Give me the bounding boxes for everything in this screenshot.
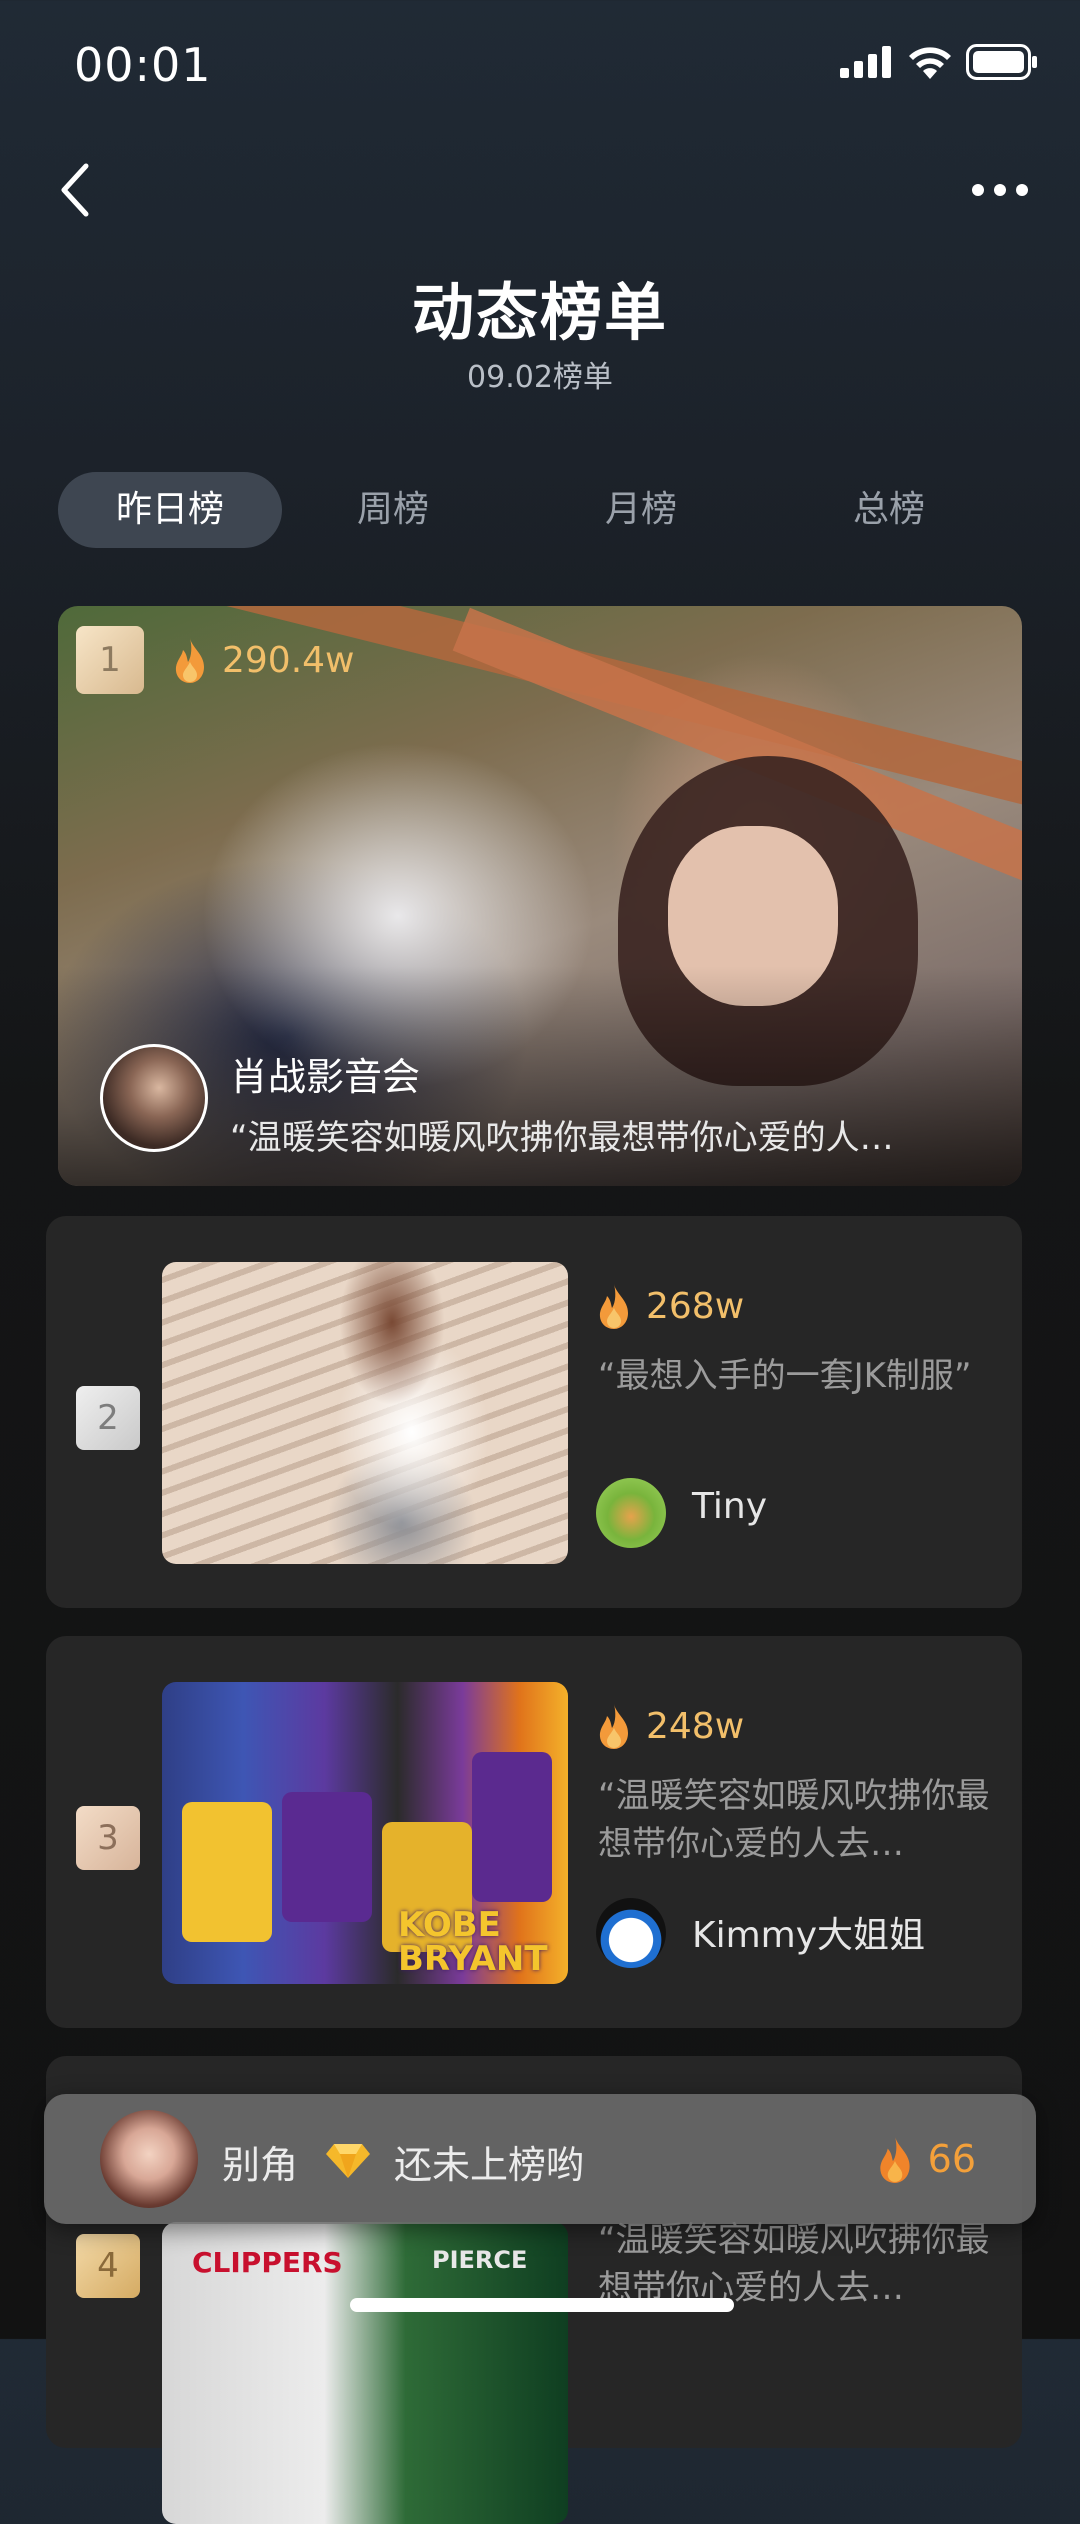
thumbnail-text: KOBE BRYANT xyxy=(398,1905,548,1979)
status-time: 00:01 xyxy=(74,38,212,92)
post-thumbnail[interactable]: KOBE BRYANT xyxy=(162,1682,568,1984)
tab-month[interactable]: 月榜 xyxy=(566,472,716,548)
tab-week[interactable]: 周榜 xyxy=(318,472,468,548)
flame-icon xyxy=(879,2136,910,2183)
heat-value: 66 xyxy=(927,2137,976,2181)
thumbnail-decor xyxy=(182,1802,272,1942)
rank-badge: 1 xyxy=(76,626,144,694)
thumbnail-text: PIERCE xyxy=(432,2246,528,2274)
wifi-icon xyxy=(909,47,951,79)
author-avatar[interactable] xyxy=(100,1044,208,1152)
my-heat-count: 66 xyxy=(874,2134,976,2184)
back-button[interactable] xyxy=(52,160,108,220)
author-name[interactable]: Kimmy大姐姐 xyxy=(692,1906,925,1958)
featured-card[interactable]: 1 290.4w 肖战影音会 “温暖笑容如暖风吹拂你最想带你心爱的人… xyxy=(58,606,1022,1186)
my-rank-bar[interactable]: 别角 还未上榜哟 66 xyxy=(44,2094,1036,2224)
tab-bar: 昨日榜 周榜 月榜 总榜 xyxy=(58,472,1038,548)
heat-count: 268w xyxy=(594,1282,744,1330)
thumbnail-text: CLIPPERS xyxy=(192,2246,343,2279)
thumbnail-decor xyxy=(282,1792,372,1922)
ranking-card[interactable]: 2 268w “最想入手的一套JK制服” Tiny xyxy=(46,1216,1022,1608)
more-button[interactable] xyxy=(968,170,1032,210)
rank-badge: 3 xyxy=(76,1806,140,1870)
tab-total[interactable]: 总榜 xyxy=(814,472,964,548)
heat-value: 290.4w xyxy=(222,639,355,681)
post-thumbnail[interactable] xyxy=(162,1262,568,1564)
author-avatar[interactable] xyxy=(596,1478,666,1548)
post-description: “温暖笑容如暖风吹拂你最想带你心爱的人… xyxy=(230,1118,894,1158)
rank-status: 还未上榜哟 xyxy=(394,2143,585,2187)
author-name[interactable]: Tiny xyxy=(692,1486,767,1527)
page-subtitle: 09.02榜单 xyxy=(467,360,613,395)
flame-icon xyxy=(599,1704,628,1749)
ranking-card[interactable]: 3 KOBE BRYANT 248w “温暖笑容如暖风吹拂你最想带你心爱的人去…… xyxy=(46,1636,1022,2028)
thumbnail-decor xyxy=(472,1752,552,1902)
rank-badge: 4 xyxy=(76,2234,140,2298)
heat-value: 268w xyxy=(646,1285,745,1327)
author-name[interactable]: 肖战影音会 xyxy=(230,1046,420,1101)
my-avatar[interactable] xyxy=(100,2110,198,2208)
battery-icon xyxy=(966,44,1037,80)
chevron-left-icon xyxy=(61,163,89,217)
status-icons xyxy=(840,44,1038,80)
more-dots-icon xyxy=(972,184,1028,196)
rank-badge: 2 xyxy=(76,1386,140,1450)
flame-icon xyxy=(599,1284,628,1329)
heat-count: 290.4w xyxy=(170,636,355,684)
page-title: 动态榜单 xyxy=(411,276,668,349)
heat-count: 248w xyxy=(594,1702,744,1750)
post-description: “温暖笑容如暖风吹拂你最想带你心爱的人去… xyxy=(598,1776,990,1864)
heat-value: 248w xyxy=(646,1705,745,1747)
post-description: “最想入手的一套JK制服” xyxy=(598,1356,972,1396)
my-name: 别角 xyxy=(222,2143,299,2187)
flame-icon xyxy=(175,638,204,683)
diamond-icon xyxy=(326,2144,370,2178)
signal-icon xyxy=(840,46,891,78)
tab-yesterday[interactable]: 昨日榜 xyxy=(58,472,282,548)
post-thumbnail[interactable]: CLIPPERS PIERCE xyxy=(162,2222,568,2524)
author-avatar[interactable] xyxy=(596,1898,666,1968)
home-indicator[interactable] xyxy=(350,2298,734,2312)
